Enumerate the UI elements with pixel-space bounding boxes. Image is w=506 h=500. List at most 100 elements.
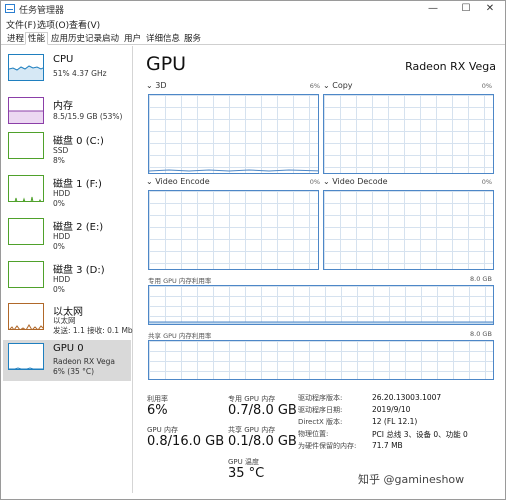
physical-location-value: PCI 总线 3、设备 0、功能 0 xyxy=(372,430,468,439)
engine-video-encode-percent: 0% xyxy=(309,178,320,186)
shared-memory-stat-value: 0.1/8.0 GB xyxy=(228,434,297,449)
close-button[interactable]: ✕ xyxy=(475,1,505,17)
tab-performance[interactable]: 性能 xyxy=(25,32,49,45)
physical-location-label: 物理位置: xyxy=(298,430,329,438)
resource-item-ethernet[interactable]: 以太网 以太网 发送: 1.1 接收: 0.1 Mb xyxy=(3,300,133,341)
engine-video-decode-label-text: Video Decode xyxy=(332,177,388,186)
resource-item-disk-1[interactable]: 磁盘 1 (F:) HDD 0% xyxy=(3,172,131,213)
reserved-memory-value: 71.7 MB xyxy=(372,441,403,450)
tab-users[interactable]: 用户 xyxy=(121,32,144,45)
engine-video-decode-percent: 0% xyxy=(481,178,492,186)
tab-services[interactable]: 服务 xyxy=(181,32,204,45)
engine-3d-label[interactable]: ⌄ 3D xyxy=(146,81,167,90)
disk-0-type: SSD xyxy=(53,146,69,155)
disk-0-usage: 8% xyxy=(53,156,65,165)
gpu-model-name: Radeon RX Vega xyxy=(405,60,496,73)
utilization-value: 6% xyxy=(147,403,168,418)
engine-video-encode-label-text: Video Encode xyxy=(155,177,210,186)
menu-bar: 文件(F) 选项(O) 查看(V) xyxy=(1,17,505,31)
disk-1-usage: 0% xyxy=(53,199,65,208)
cpu-thumbnail-graph xyxy=(8,54,44,81)
graph-grid xyxy=(324,95,493,173)
gpu-0-name: GPU 0 xyxy=(53,343,84,354)
menu-view[interactable]: 查看(V) xyxy=(69,18,100,31)
resource-item-disk-0[interactable]: 磁盘 0 (C:) SSD 8% xyxy=(3,129,131,170)
memory-name: 内存 xyxy=(53,101,73,112)
disk-3-usage: 0% xyxy=(53,285,65,294)
reserved-memory-label: 为硬件保留的内存: xyxy=(298,442,357,450)
resource-item-cpu[interactable]: CPU 51% 4.37 GHz xyxy=(3,51,131,92)
task-manager-icon xyxy=(5,4,15,13)
title-bar: 任务管理器 — ☐ ✕ xyxy=(1,1,505,17)
disk-3-thumbnail-graph xyxy=(8,261,44,288)
memory-usage: 8.5/15.9 GB (53%) xyxy=(53,112,123,121)
gpu-memory-value: 0.8/16.0 GB xyxy=(147,434,225,449)
minimize-button[interactable]: — xyxy=(418,1,448,17)
memory-thumbnail-graph xyxy=(8,97,44,124)
tab-processes[interactable]: 进程 xyxy=(4,32,27,45)
dedicated-memory-max: 8.0 GB xyxy=(470,275,492,283)
shared-memory-label: 共享 GPU 内存利用率 xyxy=(148,332,212,340)
tab-details[interactable]: 详细信息 xyxy=(143,32,183,45)
disk-2-type: HDD xyxy=(53,232,71,241)
disk-0-thumbnail-graph xyxy=(8,132,44,159)
dedicated-memory-label: 专用 GPU 内存利用率 xyxy=(148,277,212,285)
directx-version-label: DirectX 版本: xyxy=(298,418,343,426)
window-title: 任务管理器 xyxy=(19,6,65,16)
disk-1-type: HDD xyxy=(53,189,71,198)
engine-video-decode-label[interactable]: ⌄ Video Decode xyxy=(323,177,388,186)
dedicated-memory-stat-value: 0.7/8.0 GB xyxy=(228,403,297,418)
graph-grid xyxy=(149,191,318,269)
engine-3d-label-text: 3D xyxy=(155,81,167,90)
engine-video-decode-graph xyxy=(323,190,494,270)
cpu-usage: 51% 4.37 GHz xyxy=(53,69,107,78)
resource-item-gpu-0[interactable]: GPU 0 Radeon RX Vega 6% (35 °C) xyxy=(3,340,131,381)
disk-3-name: 磁盘 3 (D:) xyxy=(53,265,105,276)
engine-3d-series xyxy=(149,169,318,172)
cpu-name: CPU xyxy=(53,54,74,65)
graph-grid xyxy=(324,191,493,269)
menu-options[interactable]: 选项(O) xyxy=(37,18,69,31)
tab-bar: 进程 性能 应用历史记录 启动 用户 详细信息 服务 xyxy=(1,31,505,45)
menu-file[interactable]: 文件(F) xyxy=(6,18,36,31)
disk-3-type: HDD xyxy=(53,275,71,284)
disk-0-sparkline xyxy=(9,133,44,159)
watermark-text: 知乎 @gamineshow xyxy=(358,473,465,486)
cpu-sparkline xyxy=(9,65,43,80)
ethernet-thumbnail-graph xyxy=(8,303,44,330)
engine-copy-label[interactable]: ⌄ Copy xyxy=(323,81,353,90)
page-title: GPU xyxy=(146,53,187,75)
engine-video-encode-label[interactable]: ⌄ Video Encode xyxy=(146,177,210,186)
shared-memory-max: 8.0 GB xyxy=(470,330,492,338)
tab-app-history[interactable]: 应用历史记录 xyxy=(48,32,105,45)
gpu-0-usage: 6% (35 °C) xyxy=(53,367,95,376)
engine-3d-graph xyxy=(148,94,319,174)
gpu-0-thumbnail-graph xyxy=(8,343,44,370)
disk-1-thumbnail-graph xyxy=(8,175,44,202)
disk-2-name: 磁盘 2 (E:) xyxy=(53,222,104,233)
engine-copy-percent: 0% xyxy=(481,82,492,90)
directx-version-value: 12 (FL 12.1) xyxy=(372,417,418,426)
engine-copy-label-text: Copy xyxy=(332,81,353,90)
engine-video-encode-graph xyxy=(148,190,319,270)
gpu-0-model: Radeon RX Vega xyxy=(53,357,115,366)
resource-item-disk-3[interactable]: 磁盘 3 (D:) HDD 0% xyxy=(3,258,131,299)
disk-1-sparkline xyxy=(14,196,42,201)
engine-copy-graph xyxy=(323,94,494,174)
disk-0-name: 磁盘 0 (C:) xyxy=(53,136,104,147)
driver-version-value: 26.20.13003.1007 xyxy=(372,393,442,402)
shared-memory-series xyxy=(149,341,494,380)
shared-memory-graph xyxy=(148,340,494,380)
disk-2-usage: 0% xyxy=(53,242,65,251)
disk-3-sparkline xyxy=(9,262,44,288)
driver-version-label: 驱动程序版本: xyxy=(298,394,343,402)
gpu-temperature-value: 35 °C xyxy=(228,466,265,481)
driver-date-label: 驱动程序日期: xyxy=(298,406,343,414)
gpu-detail-panel: GPU Radeon RX Vega ⌄ 3D 6% ⌄ Copy 0% ⌄ V… xyxy=(140,46,500,493)
tab-startup[interactable]: 启动 xyxy=(99,32,122,45)
resource-item-disk-2[interactable]: 磁盘 2 (E:) HDD 0% xyxy=(3,215,131,256)
dedicated-memory-series xyxy=(149,321,493,324)
disk-2-thumbnail-graph xyxy=(8,218,44,245)
ethernet-throughput: 发送: 1.1 接收: 0.1 Mb xyxy=(53,326,133,335)
ethernet-sparkline xyxy=(9,324,43,329)
